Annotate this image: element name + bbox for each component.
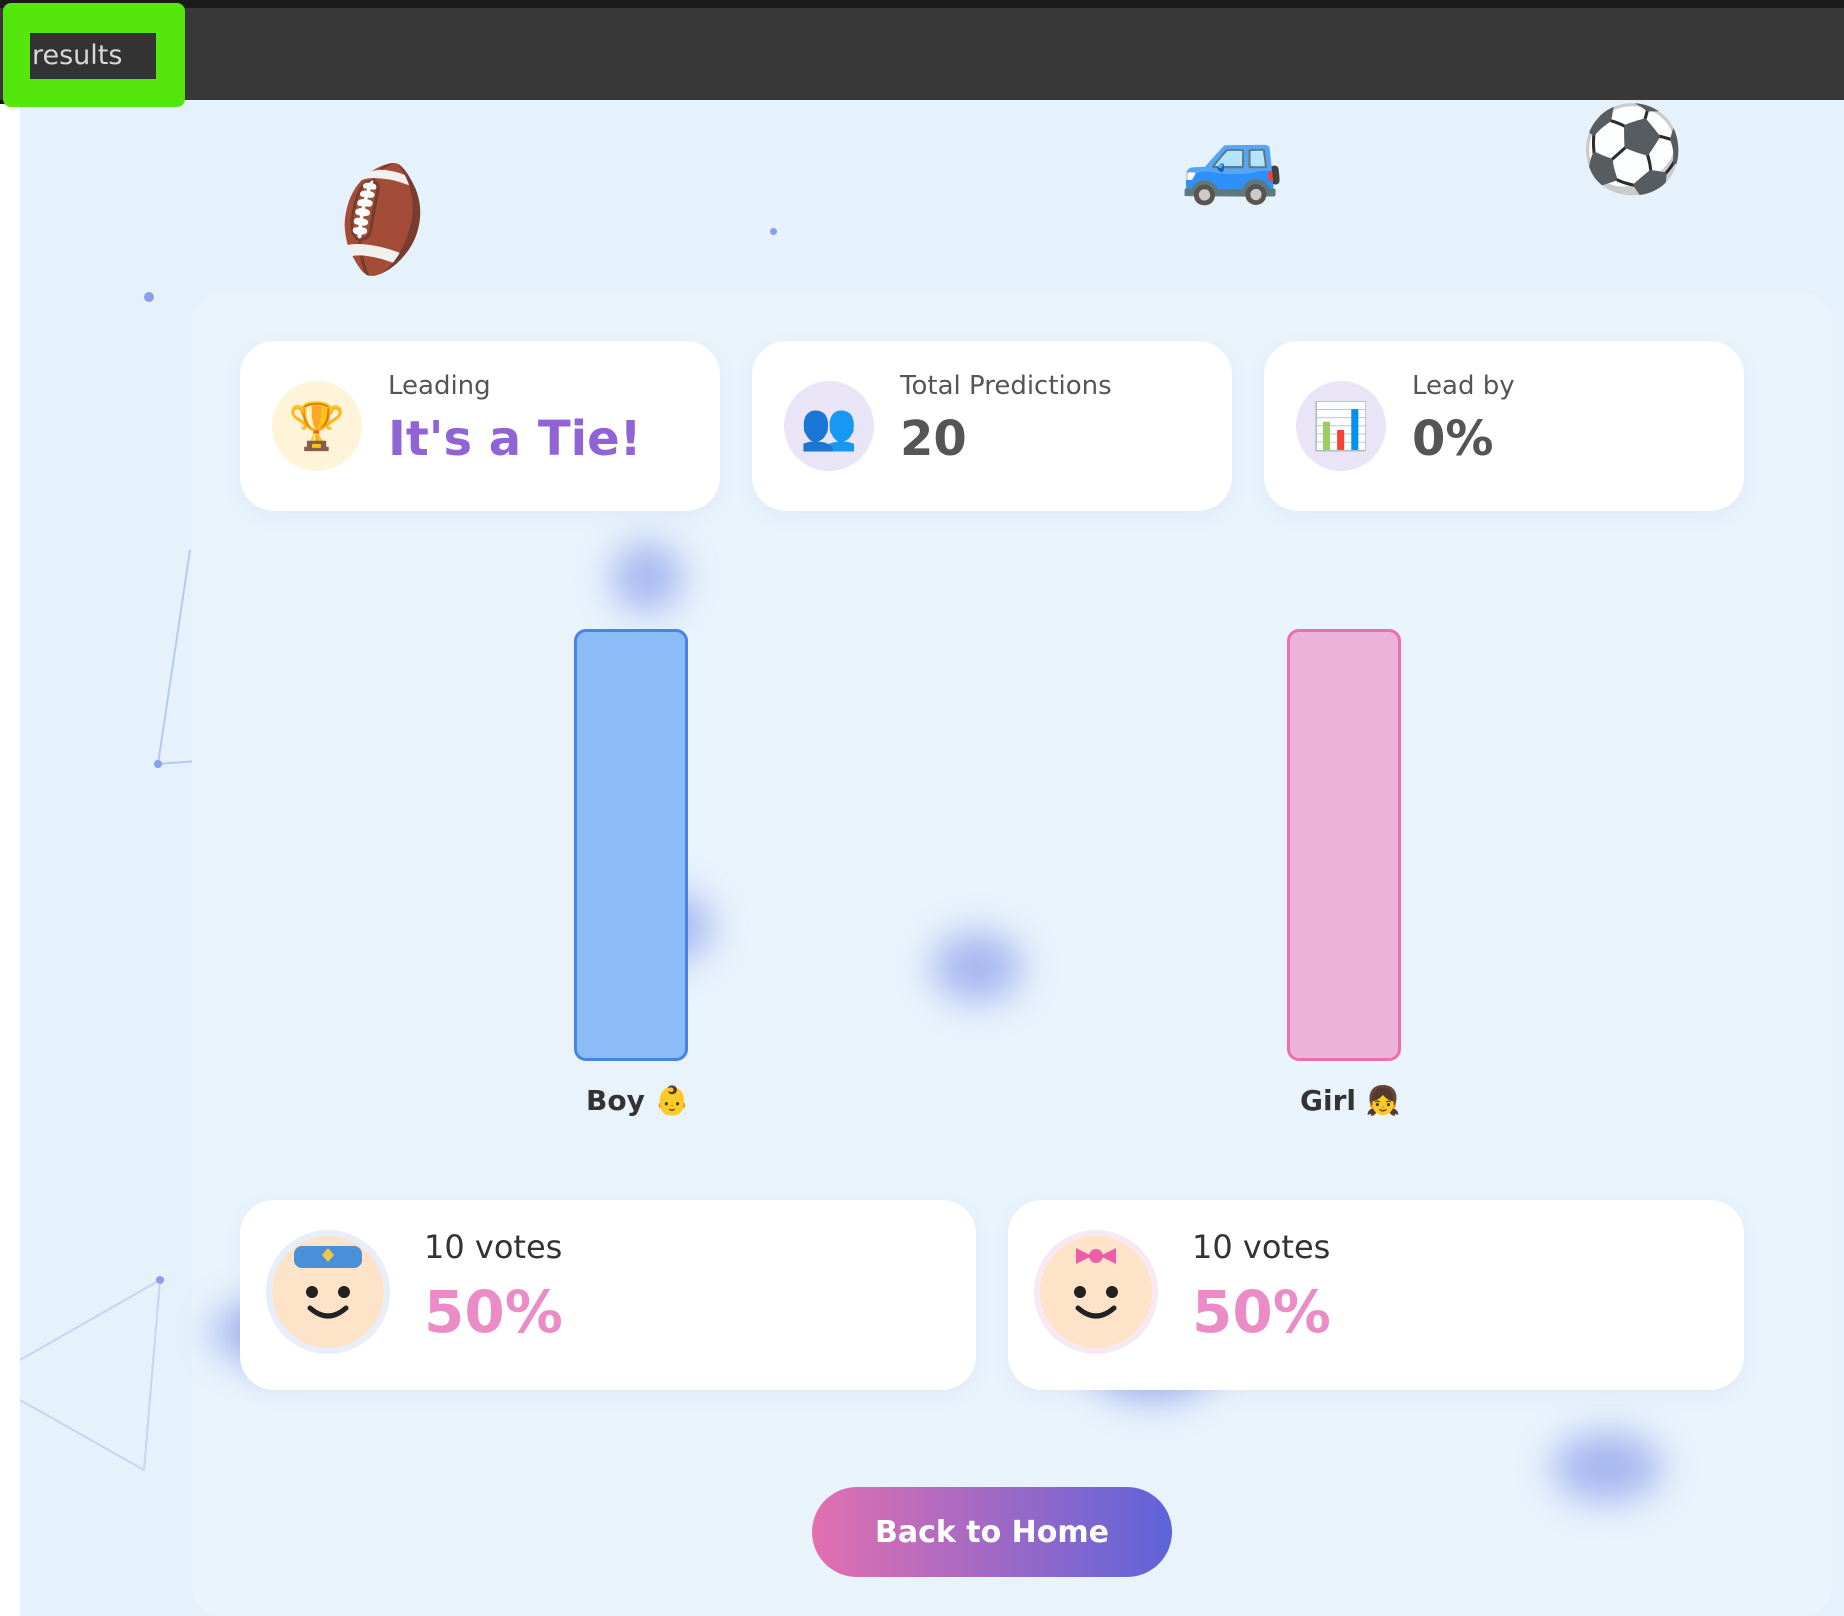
decor-dot xyxy=(770,228,777,235)
bar-chart-icon: 📊 xyxy=(1296,381,1386,471)
vote-count: 10 votes xyxy=(1192,1228,1331,1266)
trophy-icon: 🏆 xyxy=(272,381,362,471)
vote-card-girl: 10 votes 50% xyxy=(1008,1200,1744,1390)
girl-avatar xyxy=(1040,1236,1152,1348)
tab-results[interactable]: results xyxy=(30,33,156,79)
decor-blob xyxy=(932,932,1022,1002)
girl-face-icon xyxy=(1074,1248,1118,1319)
vote-card-boy: 10 votes 50% xyxy=(240,1200,976,1390)
decor-blob xyxy=(1552,1432,1662,1502)
football-icon: 🏈 xyxy=(311,149,453,289)
stat-value: 0% xyxy=(1412,411,1494,467)
decor-blob xyxy=(612,542,682,612)
browser-toolbar xyxy=(0,0,1844,104)
vote-percent: 50% xyxy=(424,1278,563,1346)
boy-avatar xyxy=(272,1236,384,1348)
back-to-home-button[interactable]: Back to Home xyxy=(812,1487,1172,1577)
people-icon: 👥 xyxy=(784,381,874,471)
vote-count: 10 votes xyxy=(424,1228,563,1266)
boy-face-icon xyxy=(294,1246,362,1319)
soccer-ball-icon: ⚽ xyxy=(1580,100,1685,198)
network-lines xyxy=(20,549,211,1471)
stat-label: Leading xyxy=(388,371,491,401)
decor-blob xyxy=(632,892,712,962)
stat-card-total-predictions: 👥 Total Predictions 20 xyxy=(752,341,1232,511)
car-icon: 🚙 xyxy=(1180,110,1285,208)
vote-percent: 50% xyxy=(1192,1278,1331,1346)
stat-card-lead-by: 📊 Lead by 0% xyxy=(1264,341,1744,511)
stat-value: It's a Tie! xyxy=(388,411,642,467)
stat-card-leading: 🏆 Leading It's a Tie! xyxy=(240,341,720,511)
stat-label: Lead by xyxy=(1412,371,1515,401)
stat-value: 20 xyxy=(900,411,967,467)
stat-label: Total Predictions xyxy=(900,371,1112,401)
